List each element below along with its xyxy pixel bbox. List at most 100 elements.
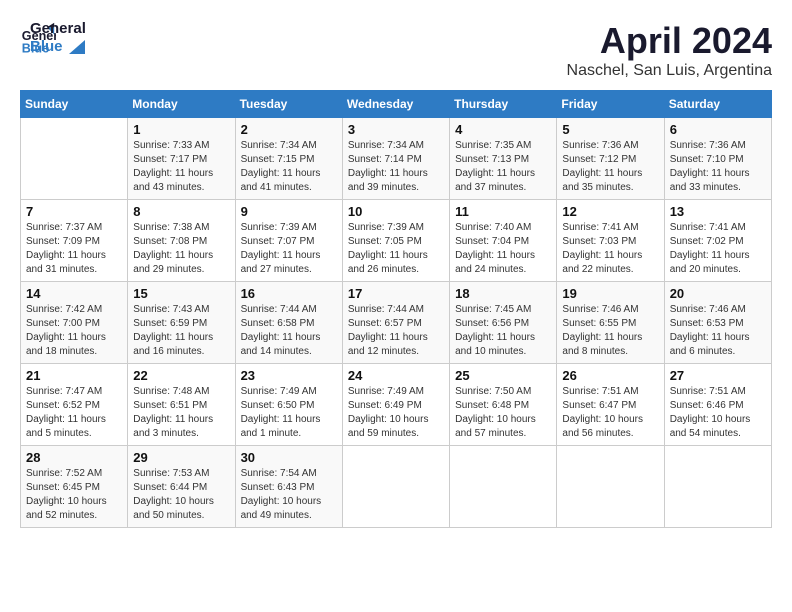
location-subtitle: Naschel, San Luis, Argentina bbox=[567, 62, 772, 80]
calendar-cell: 27 Sunrise: 7:51 AM Sunset: 6:46 PM Dayli… bbox=[664, 364, 771, 446]
calendar-cell bbox=[557, 446, 664, 528]
calendar-cell: 14 Sunrise: 7:42 AM Sunset: 7:00 PM Dayli… bbox=[21, 282, 128, 364]
day-info: Sunrise: 7:52 AM Sunset: 6:45 PM Dayligh… bbox=[26, 467, 122, 523]
calendar-cell: 9 Sunrise: 7:39 AM Sunset: 7:07 PM Daylig… bbox=[235, 200, 342, 282]
calendar-cell: 19 Sunrise: 7:46 AM Sunset: 6:55 PM Dayli… bbox=[557, 282, 664, 364]
day-number: 2 bbox=[241, 122, 337, 137]
day-number: 13 bbox=[670, 204, 766, 219]
col-tuesday: Tuesday bbox=[235, 91, 342, 118]
calendar-cell: 5Sunrise: 7:36 AM Sunset: 7:12 PM Daylig… bbox=[557, 118, 664, 200]
logo: General Blue General Blue General Blue bbox=[20, 20, 86, 56]
day-number: 8 bbox=[133, 204, 229, 219]
day-info: Sunrise: 7:41 AM Sunset: 7:03 PM Dayligh… bbox=[562, 221, 658, 277]
calendar-cell: 25 Sunrise: 7:50 AM Sunset: 6:48 PM Dayli… bbox=[450, 364, 557, 446]
calendar-cell: 23 Sunrise: 7:49 AM Sunset: 6:50 PM Dayli… bbox=[235, 364, 342, 446]
day-info: Sunrise: 7:34 AM Sunset: 7:15 PM Dayligh… bbox=[241, 139, 337, 195]
col-wednesday: Wednesday bbox=[342, 91, 449, 118]
day-info: Sunrise: 7:49 AM Sunset: 6:49 PM Dayligh… bbox=[348, 385, 444, 441]
calendar-cell bbox=[664, 446, 771, 528]
header-row: Sunday Monday Tuesday Wednesday Thursday… bbox=[21, 91, 772, 118]
day-number: 27 bbox=[670, 368, 766, 383]
calendar-cell: 8 Sunrise: 7:38 AM Sunset: 7:08 PM Daylig… bbox=[128, 200, 235, 282]
day-number: 23 bbox=[241, 368, 337, 383]
day-info: Sunrise: 7:49 AM Sunset: 6:50 PM Dayligh… bbox=[241, 385, 337, 441]
calendar-cell: 6 Sunrise: 7:36 AM Sunset: 7:10 PM Daylig… bbox=[664, 118, 771, 200]
day-info: Sunrise: 7:46 AM Sunset: 6:53 PM Dayligh… bbox=[670, 303, 766, 359]
day-info: Sunrise: 7:50 AM Sunset: 6:48 PM Dayligh… bbox=[455, 385, 551, 441]
day-number: 3 bbox=[348, 122, 444, 137]
calendar-week-5: 28 Sunrise: 7:52 AM Sunset: 6:45 PM Dayli… bbox=[21, 446, 772, 528]
day-number: 14 bbox=[26, 286, 122, 301]
day-number: 26 bbox=[562, 368, 658, 383]
calendar-cell: 11Sunrise: 7:40 AM Sunset: 7:04 PM Dayli… bbox=[450, 200, 557, 282]
calendar-header: Sunday Monday Tuesday Wednesday Thursday… bbox=[21, 91, 772, 118]
calendar-week-1: 1 Sunrise: 7:33 AM Sunset: 7:17 PM Daylig… bbox=[21, 118, 772, 200]
logo-line1: General bbox=[30, 20, 86, 38]
day-number: 30 bbox=[241, 450, 337, 465]
day-number: 28 bbox=[26, 450, 122, 465]
day-info: Sunrise: 7:38 AM Sunset: 7:08 PM Dayligh… bbox=[133, 221, 229, 277]
calendar-cell: 15 Sunrise: 7:43 AM Sunset: 6:59 PM Dayli… bbox=[128, 282, 235, 364]
col-monday: Monday bbox=[128, 91, 235, 118]
day-info: Sunrise: 7:33 AM Sunset: 7:17 PM Dayligh… bbox=[133, 139, 229, 195]
day-info: Sunrise: 7:42 AM Sunset: 7:00 PM Dayligh… bbox=[26, 303, 122, 359]
day-info: Sunrise: 7:39 AM Sunset: 7:07 PM Dayligh… bbox=[241, 221, 337, 277]
calendar-cell: 13 Sunrise: 7:41 AM Sunset: 7:02 PM Dayli… bbox=[664, 200, 771, 282]
day-number: 29 bbox=[133, 450, 229, 465]
day-info: Sunrise: 7:51 AM Sunset: 6:47 PM Dayligh… bbox=[562, 385, 658, 441]
logo-line2: Blue bbox=[30, 38, 86, 56]
col-friday: Friday bbox=[557, 91, 664, 118]
calendar-cell: 29Sunrise: 7:53 AM Sunset: 6:44 PM Dayli… bbox=[128, 446, 235, 528]
day-number: 1 bbox=[133, 122, 229, 137]
col-thursday: Thursday bbox=[450, 91, 557, 118]
calendar-cell: 22Sunrise: 7:48 AM Sunset: 6:51 PM Dayli… bbox=[128, 364, 235, 446]
day-number: 19 bbox=[562, 286, 658, 301]
day-info: Sunrise: 7:43 AM Sunset: 6:59 PM Dayligh… bbox=[133, 303, 229, 359]
day-number: 18 bbox=[455, 286, 551, 301]
calendar-cell bbox=[342, 446, 449, 528]
day-info: Sunrise: 7:54 AM Sunset: 6:43 PM Dayligh… bbox=[241, 467, 337, 523]
calendar-cell bbox=[450, 446, 557, 528]
day-number: 24 bbox=[348, 368, 444, 383]
day-info: Sunrise: 7:36 AM Sunset: 7:10 PM Dayligh… bbox=[670, 139, 766, 195]
calendar-cell: 24 Sunrise: 7:49 AM Sunset: 6:49 PM Dayli… bbox=[342, 364, 449, 446]
day-number: 25 bbox=[455, 368, 551, 383]
title-block: April 2024 Naschel, San Luis, Argentina bbox=[567, 20, 772, 80]
calendar-cell: 16Sunrise: 7:44 AM Sunset: 6:58 PM Dayli… bbox=[235, 282, 342, 364]
day-number: 4 bbox=[455, 122, 551, 137]
col-sunday: Sunday bbox=[21, 91, 128, 118]
calendar-cell: 28 Sunrise: 7:52 AM Sunset: 6:45 PM Dayli… bbox=[21, 446, 128, 528]
calendar-cell: 4Sunrise: 7:35 AM Sunset: 7:13 PM Daylig… bbox=[450, 118, 557, 200]
day-info: Sunrise: 7:46 AM Sunset: 6:55 PM Dayligh… bbox=[562, 303, 658, 359]
day-info: Sunrise: 7:44 AM Sunset: 6:58 PM Dayligh… bbox=[241, 303, 337, 359]
calendar-cell: 26 Sunrise: 7:51 AM Sunset: 6:47 PM Dayli… bbox=[557, 364, 664, 446]
day-number: 17 bbox=[348, 286, 444, 301]
day-number: 11 bbox=[455, 204, 551, 219]
calendar-cell bbox=[21, 118, 128, 200]
calendar-cell: 2 Sunrise: 7:34 AM Sunset: 7:15 PM Daylig… bbox=[235, 118, 342, 200]
day-number: 6 bbox=[670, 122, 766, 137]
day-info: Sunrise: 7:37 AM Sunset: 7:09 PM Dayligh… bbox=[26, 221, 122, 277]
day-number: 7 bbox=[26, 204, 122, 219]
page-header: General Blue General Blue General Blue A… bbox=[20, 20, 772, 80]
calendar-body: 1 Sunrise: 7:33 AM Sunset: 7:17 PM Daylig… bbox=[21, 118, 772, 528]
day-info: Sunrise: 7:44 AM Sunset: 6:57 PM Dayligh… bbox=[348, 303, 444, 359]
calendar-cell: 21Sunrise: 7:47 AM Sunset: 6:52 PM Dayli… bbox=[21, 364, 128, 446]
calendar-cell: 17 Sunrise: 7:44 AM Sunset: 6:57 PM Dayli… bbox=[342, 282, 449, 364]
calendar-cell: 18Sunrise: 7:45 AM Sunset: 6:56 PM Dayli… bbox=[450, 282, 557, 364]
day-number: 15 bbox=[133, 286, 229, 301]
day-info: Sunrise: 7:51 AM Sunset: 6:46 PM Dayligh… bbox=[670, 385, 766, 441]
calendar-week-2: 7 Sunrise: 7:37 AM Sunset: 7:09 PM Daylig… bbox=[21, 200, 772, 282]
day-info: Sunrise: 7:39 AM Sunset: 7:05 PM Dayligh… bbox=[348, 221, 444, 277]
day-number: 9 bbox=[241, 204, 337, 219]
calendar-cell: 20Sunrise: 7:46 AM Sunset: 6:53 PM Dayli… bbox=[664, 282, 771, 364]
calendar-week-4: 21Sunrise: 7:47 AM Sunset: 6:52 PM Dayli… bbox=[21, 364, 772, 446]
calendar-cell: 12Sunrise: 7:41 AM Sunset: 7:03 PM Dayli… bbox=[557, 200, 664, 282]
day-number: 22 bbox=[133, 368, 229, 383]
calendar-cell: 10Sunrise: 7:39 AM Sunset: 7:05 PM Dayli… bbox=[342, 200, 449, 282]
day-info: Sunrise: 7:36 AM Sunset: 7:12 PM Dayligh… bbox=[562, 139, 658, 195]
day-info: Sunrise: 7:41 AM Sunset: 7:02 PM Dayligh… bbox=[670, 221, 766, 277]
calendar-cell: 1 Sunrise: 7:33 AM Sunset: 7:17 PM Daylig… bbox=[128, 118, 235, 200]
calendar-cell: 30 Sunrise: 7:54 AM Sunset: 6:43 PM Dayli… bbox=[235, 446, 342, 528]
calendar-cell: 3Sunrise: 7:34 AM Sunset: 7:14 PM Daylig… bbox=[342, 118, 449, 200]
